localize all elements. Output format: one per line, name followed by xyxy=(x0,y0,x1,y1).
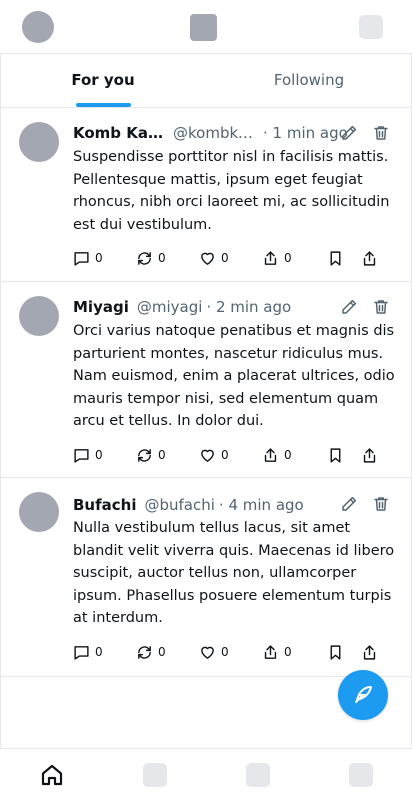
post-header: Miyagi @miyagi · 2 min ago xyxy=(73,297,291,317)
post-card[interactable]: Bufachi @bufachi · 4 min ago Nulla vesti… xyxy=(0,478,412,677)
author-name[interactable]: Miyagi xyxy=(73,297,129,317)
heart-icon xyxy=(201,646,214,659)
views-button[interactable]: 0 xyxy=(262,642,292,662)
tab-following[interactable]: Following xyxy=(206,54,412,107)
share-count-icon xyxy=(264,250,277,265)
repost-icon xyxy=(138,448,151,462)
bookmark-button[interactable] xyxy=(327,248,344,268)
app-logo-icon[interactable] xyxy=(190,14,217,41)
share-icon xyxy=(363,447,376,463)
settings-icon[interactable] xyxy=(359,15,383,39)
reply-button[interactable]: 0 xyxy=(73,642,103,662)
post-header: Bufachi @bufachi · 4 min ago xyxy=(73,495,304,515)
views-button[interactable]: 0 xyxy=(262,445,292,465)
share-count-icon xyxy=(264,447,277,462)
views-button[interactable]: 0 xyxy=(262,248,292,268)
author-name[interactable]: Bufachi xyxy=(73,495,136,515)
like-count: 0 xyxy=(221,645,229,659)
tab-for-you-label: For you xyxy=(71,71,135,89)
comment-icon xyxy=(74,645,89,660)
active-tab-indicator xyxy=(76,103,131,107)
bookmark-button[interactable] xyxy=(327,445,344,465)
post-text: Nulla vestibulum tellus lacus, sit amet … xyxy=(73,520,395,627)
repost-count: 0 xyxy=(158,251,166,265)
share-button[interactable] xyxy=(361,445,378,465)
edit-icon[interactable] xyxy=(340,298,358,316)
heart-icon xyxy=(201,252,214,265)
comment-icon xyxy=(74,448,89,463)
delete-icon[interactable] xyxy=(372,298,390,316)
bookmark-icon xyxy=(330,644,341,660)
delete-icon[interactable] xyxy=(372,124,390,142)
bookmark-icon xyxy=(330,250,341,266)
search-icon[interactable] xyxy=(143,763,167,787)
post-card[interactable]: Miyagi @miyagi · 2 min ago Orci varius n… xyxy=(0,282,412,478)
share-count-icon xyxy=(264,644,277,659)
top-bar xyxy=(0,0,412,54)
feed-tabs: For you Following xyxy=(0,54,412,108)
repost-icon xyxy=(138,645,151,659)
repost-icon xyxy=(138,251,151,265)
avatar[interactable] xyxy=(19,122,59,162)
post-time: · 4 min ago xyxy=(218,496,304,514)
repost-button[interactable]: 0 xyxy=(136,248,166,268)
like-count: 0 xyxy=(221,251,229,265)
messages-icon[interactable] xyxy=(349,763,373,787)
post-time: · 2 min ago xyxy=(206,298,292,316)
post-text: Suspendisse porttitor nisl in facilisis … xyxy=(73,149,390,233)
author-name[interactable]: Komb Kar… xyxy=(73,123,165,143)
delete-icon[interactable] xyxy=(372,495,390,513)
share-icon xyxy=(363,250,376,266)
compose-button[interactable] xyxy=(338,670,388,720)
avatar[interactable] xyxy=(19,296,59,336)
views-count: 0 xyxy=(284,251,292,265)
repost-count: 0 xyxy=(158,645,166,659)
author-handle[interactable]: @kombka… xyxy=(173,123,259,143)
like-count: 0 xyxy=(221,448,229,462)
author-handle[interactable]: @bufachi xyxy=(144,495,214,515)
profile-avatar[interactable] xyxy=(22,11,54,43)
reply-count: 0 xyxy=(95,448,103,462)
share-icon xyxy=(363,644,376,660)
heart-icon xyxy=(201,449,214,462)
views-count: 0 xyxy=(284,448,292,462)
post-header: Komb Kar… @kombka… · 1 min ago xyxy=(73,123,348,143)
views-count: 0 xyxy=(284,645,292,659)
repost-button[interactable]: 0 xyxy=(136,642,166,662)
notifications-icon[interactable] xyxy=(246,763,270,787)
author-handle[interactable]: @miyagi xyxy=(137,297,203,317)
bookmark-button[interactable] xyxy=(327,642,344,662)
post-actions: 0 0 0 0 xyxy=(73,445,383,465)
repost-button[interactable]: 0 xyxy=(136,445,166,465)
tab-following-label: Following xyxy=(273,71,345,89)
bookmark-icon xyxy=(330,447,341,463)
edit-icon[interactable] xyxy=(340,124,358,142)
tab-for-you[interactable]: For you xyxy=(0,54,206,107)
like-button[interactable]: 0 xyxy=(199,642,229,662)
post-text: Orci varius natoque penatibus et magnis … xyxy=(73,323,395,430)
repost-count: 0 xyxy=(158,448,166,462)
post-time: · 1 min ago xyxy=(263,124,348,142)
reply-count: 0 xyxy=(95,645,103,659)
reply-button[interactable]: 0 xyxy=(73,445,103,465)
share-button[interactable] xyxy=(361,248,378,268)
share-button[interactable] xyxy=(361,642,378,662)
bottom-nav xyxy=(0,748,412,800)
post-actions: 0 0 0 0 xyxy=(73,642,383,662)
post-actions: 0 0 0 0 xyxy=(73,248,383,268)
reply-button[interactable]: 0 xyxy=(73,248,103,268)
like-button[interactable]: 0 xyxy=(199,445,229,465)
home-icon[interactable] xyxy=(40,763,64,787)
avatar[interactable] xyxy=(19,492,59,532)
comment-icon xyxy=(74,251,89,266)
post-card[interactable]: Komb Kar… @kombka… · 1 min ago Suspendis… xyxy=(0,108,412,282)
edit-icon[interactable] xyxy=(340,495,358,513)
feather-icon xyxy=(355,686,372,703)
reply-count: 0 xyxy=(95,251,103,265)
like-button[interactable]: 0 xyxy=(199,248,229,268)
